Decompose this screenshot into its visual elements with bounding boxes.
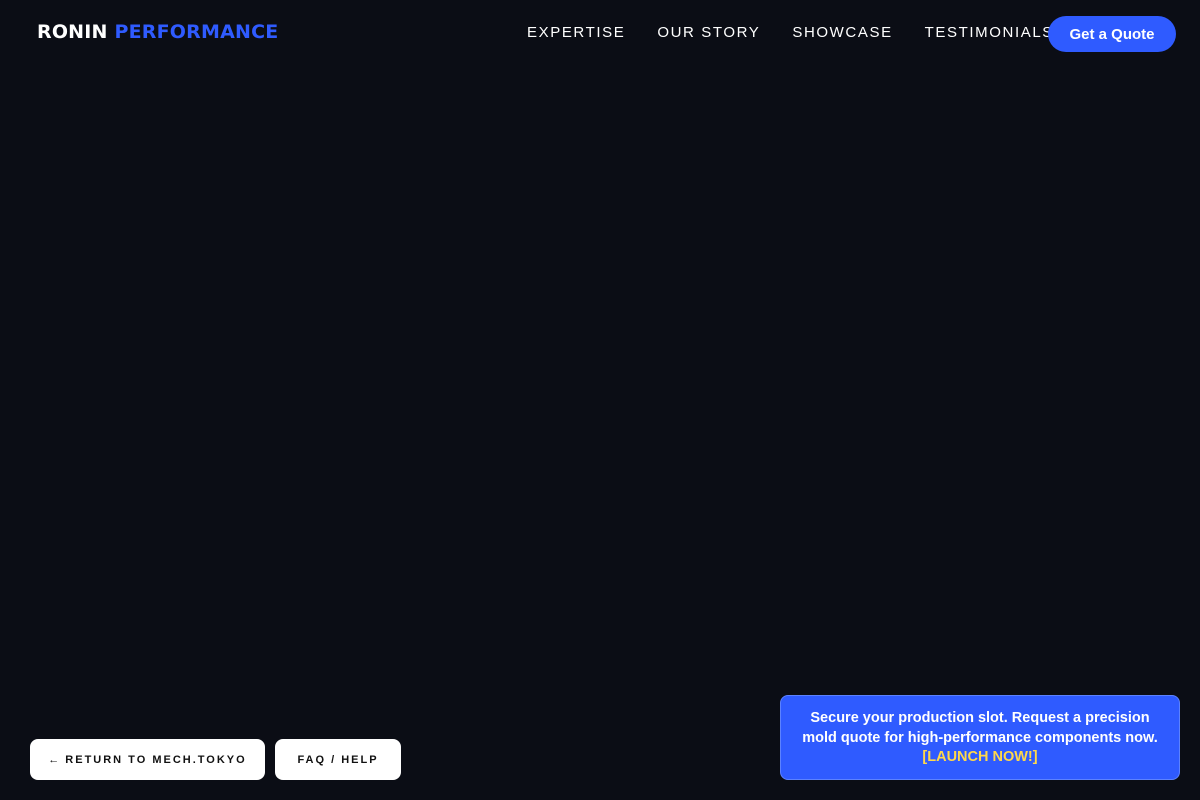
promo-message: Secure your production slot. Request a p… <box>802 710 1158 746</box>
logo-accent: PERFORMANCE <box>114 21 279 43</box>
faq-help-button[interactable]: FAQ / HELP <box>275 739 401 780</box>
logo[interactable]: RONIN PERFORMANCE <box>37 20 278 44</box>
return-to-mech-tokyo-button[interactable]: ← RETURN TO MECH.TOKYO <box>30 739 265 780</box>
get-quote-button[interactable]: Get a Quote <box>1048 16 1176 52</box>
site-header: RONIN PERFORMANCE EXPERTISE OUR STORY SH… <box>0 0 1200 66</box>
nav-link-expertise[interactable]: EXPERTISE <box>527 24 625 42</box>
nav-link-showcase[interactable]: SHOWCASE <box>792 24 892 42</box>
promo-banner[interactable]: Secure your production slot. Request a p… <box>780 695 1180 780</box>
logo-brand: RONIN <box>37 21 108 43</box>
main-nav: EXPERTISE OUR STORY SHOWCASE TESTIMONIAL… <box>527 24 1054 42</box>
faq-label: FAQ / HELP <box>297 753 379 766</box>
promo-launch-link[interactable]: [LAUNCH NOW!] <box>922 748 1037 767</box>
return-label: RETURN TO MECH.TOKYO <box>65 753 247 766</box>
nav-link-our-story[interactable]: OUR STORY <box>657 24 760 42</box>
arrow-left-icon: ← <box>48 753 60 766</box>
nav-link-testimonials[interactable]: TESTIMONIALS <box>925 24 1054 42</box>
